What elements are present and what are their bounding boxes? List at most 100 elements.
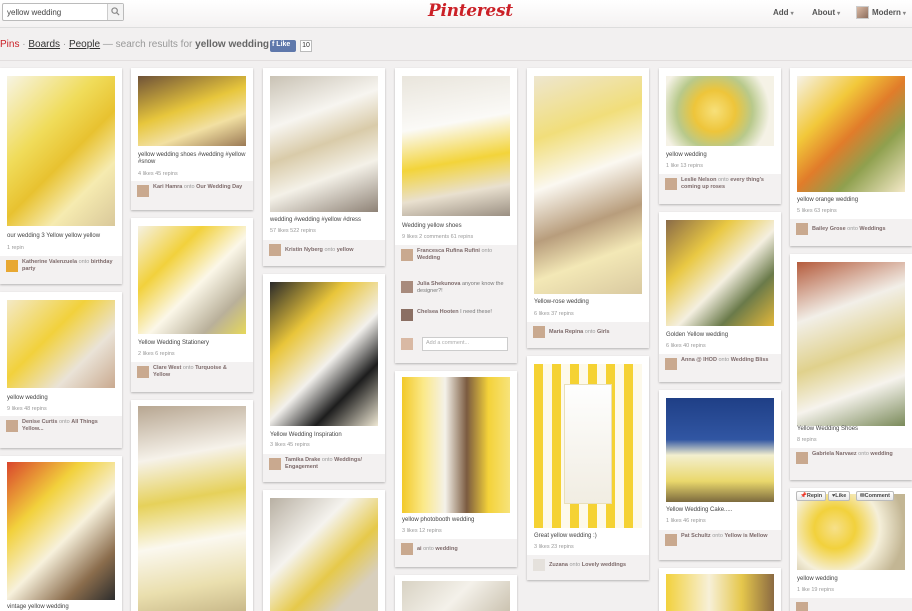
pinner-name[interactable]: Francesca Rufina Rufini bbox=[417, 248, 480, 254]
pin-card[interactable]: yellow wedding 1 like 13 repins Leslie N… bbox=[659, 68, 781, 204]
commenter-avatar[interactable] bbox=[401, 281, 413, 293]
facebook-like-button[interactable]: f Like bbox=[270, 40, 296, 52]
pin-image[interactable] bbox=[270, 282, 378, 426]
about-menu[interactable]: About ▾ bbox=[812, 8, 840, 17]
pin-image[interactable] bbox=[7, 76, 115, 226]
pin-image[interactable] bbox=[666, 574, 774, 611]
pinner-avatar[interactable] bbox=[796, 452, 808, 464]
pin-image[interactable] bbox=[797, 494, 905, 570]
pin-image[interactable] bbox=[666, 220, 774, 326]
pin-card[interactable]: our wedding 3 Yellow yellow yellow 1 rep… bbox=[0, 68, 122, 284]
pinner-avatar[interactable] bbox=[796, 602, 808, 611]
pin-image[interactable] bbox=[138, 226, 246, 334]
pinner-name[interactable]: Pat Schultz bbox=[681, 533, 711, 539]
board-name[interactable]: yellow bbox=[337, 247, 354, 253]
user-menu[interactable]: Modern ▾ bbox=[872, 8, 906, 17]
pin-image[interactable] bbox=[666, 76, 774, 146]
pinner-name[interactable]: Denise Curtis bbox=[22, 419, 57, 425]
pinner-avatar[interactable] bbox=[269, 458, 281, 470]
filter-boards[interactable]: Boards bbox=[28, 39, 60, 50]
pinner-avatar[interactable] bbox=[533, 326, 545, 338]
pin-image[interactable] bbox=[7, 462, 115, 600]
pin-image[interactable] bbox=[138, 76, 246, 146]
pin-card[interactable]: Yellow Wedding Stationery 2 likes 6 repi… bbox=[131, 218, 253, 392]
pin-card[interactable]: Yellow Wedding Inspiration 3 likes 45 re… bbox=[263, 274, 385, 482]
pin-card[interactable] bbox=[659, 568, 781, 611]
pinner-name[interactable]: Maria Repina bbox=[549, 329, 583, 335]
pin-card[interactable]: 📌Repin ♥Like ✉Comment yellow wedding 1 l… bbox=[790, 488, 912, 611]
pin-card[interactable]: Great yellow wedding :) 3 likes 23 repin… bbox=[527, 356, 649, 580]
search-input[interactable] bbox=[3, 4, 109, 20]
pinner-avatar[interactable] bbox=[6, 420, 18, 432]
pin-card[interactable]: vintage yellow wedding bbox=[0, 456, 122, 611]
commenter-name[interactable]: Chelsea Hooten bbox=[417, 309, 459, 315]
like-button[interactable]: ♥Like bbox=[828, 491, 851, 501]
repin-button[interactable]: 📌Repin bbox=[796, 491, 827, 501]
commenter-avatar[interactable] bbox=[401, 309, 413, 321]
pinner-avatar[interactable] bbox=[665, 358, 677, 370]
pinner-avatar[interactable] bbox=[533, 559, 545, 571]
pin-card[interactable]: Yellow-rose wedding 6 likes 37 repins Ma… bbox=[527, 68, 649, 348]
pinner-name[interactable]: Leslie Nelson bbox=[681, 177, 716, 183]
pin-image[interactable] bbox=[270, 76, 378, 212]
add-menu[interactable]: Add ▾ bbox=[773, 8, 794, 17]
pinner-name[interactable]: Bailey Grose bbox=[812, 226, 846, 232]
board-name[interactable]: Weddings bbox=[859, 226, 885, 232]
board-name[interactable]: wedding bbox=[435, 546, 457, 552]
pinner-avatar[interactable] bbox=[401, 543, 413, 555]
filter-people[interactable]: People bbox=[69, 39, 100, 50]
board-name[interactable]: wedding bbox=[870, 451, 892, 457]
pin-card[interactable]: yellow wedding shoes #wedding #yellow #s… bbox=[131, 68, 253, 210]
pin-image[interactable] bbox=[797, 262, 905, 426]
pin-image[interactable] bbox=[534, 364, 642, 528]
pinner-avatar[interactable] bbox=[665, 534, 677, 546]
pin-card[interactable]: Yellow Wedding Shoes 8 repins Gabriela N… bbox=[790, 254, 912, 480]
pin-card[interactable]: Golden Yellow wedding 6 likes 40 repins … bbox=[659, 212, 781, 382]
pin-card[interactable]: yellow wedding 9 likes 48 repins Denise … bbox=[0, 292, 122, 448]
pinner-name[interactable]: Kristin Nyberg bbox=[285, 247, 323, 253]
pin-image[interactable] bbox=[666, 398, 774, 502]
pinner-name[interactable]: ai bbox=[417, 546, 422, 552]
pin-card[interactable]: yellow orange wedding 5 likes 63 repins … bbox=[790, 68, 912, 246]
board-name[interactable]: Our Wedding Day bbox=[196, 184, 242, 190]
pin-card[interactable]: yellow photobooth wedding 3 likes 12 rep… bbox=[395, 371, 517, 567]
board-name[interactable]: Wedding Bliss bbox=[731, 357, 769, 363]
pinner-avatar[interactable] bbox=[665, 178, 677, 190]
pinner-name[interactable]: Katherine Valenzuela bbox=[22, 259, 77, 265]
pinner-avatar[interactable] bbox=[137, 366, 149, 378]
pinner-avatar[interactable] bbox=[6, 260, 18, 272]
board-name[interactable]: Wedding bbox=[417, 255, 440, 261]
pin-image[interactable] bbox=[534, 76, 642, 294]
comment-button[interactable]: ✉Comment bbox=[856, 491, 894, 501]
pin-image[interactable] bbox=[797, 76, 905, 192]
pin-card[interactable]: Yellow Wedding Cake..... 1 likes 46 repi… bbox=[659, 390, 781, 560]
filter-pins[interactable]: Pins bbox=[0, 39, 19, 50]
pinner-name[interactable]: Zuzana bbox=[549, 562, 568, 568]
pin-image[interactable] bbox=[402, 377, 510, 513]
commenter-name[interactable]: Julia Shekunova bbox=[417, 281, 460, 287]
pinner-name[interactable]: Tamika Drake bbox=[285, 457, 320, 463]
pin-card[interactable] bbox=[395, 575, 517, 611]
pinner-avatar[interactable] bbox=[269, 244, 281, 256]
add-comment-input[interactable]: Add a comment... bbox=[422, 337, 508, 351]
board-name[interactable]: Yellow is Mellow bbox=[724, 533, 767, 539]
pin-card[interactable]: Wedding yellow shoes 9 likes 2 comments … bbox=[395, 68, 517, 363]
pin-card[interactable] bbox=[131, 400, 253, 611]
pinner-name[interactable]: Clare West bbox=[153, 365, 181, 371]
pin-image[interactable] bbox=[402, 76, 510, 216]
pin-card[interactable] bbox=[263, 490, 385, 611]
pinner-avatar[interactable] bbox=[796, 223, 808, 235]
pin-image[interactable] bbox=[138, 406, 246, 611]
pinner-name[interactable]: Kari Hamra bbox=[153, 184, 182, 190]
pin-image[interactable] bbox=[7, 300, 115, 388]
pinner-avatar[interactable] bbox=[401, 249, 413, 261]
board-name[interactable]: Girls bbox=[597, 329, 610, 335]
search-box[interactable] bbox=[2, 3, 124, 21]
user-avatar[interactable] bbox=[856, 6, 869, 19]
pinner-name[interactable]: Anna @ IHOD bbox=[681, 357, 717, 363]
pinterest-logo[interactable]: Pinterest bbox=[428, 1, 513, 21]
pin-image[interactable] bbox=[270, 498, 378, 611]
search-button[interactable] bbox=[107, 4, 123, 20]
board-name[interactable]: Lovely weddings bbox=[582, 562, 626, 568]
pinner-name[interactable]: Gabriela Narvaez bbox=[812, 451, 857, 457]
